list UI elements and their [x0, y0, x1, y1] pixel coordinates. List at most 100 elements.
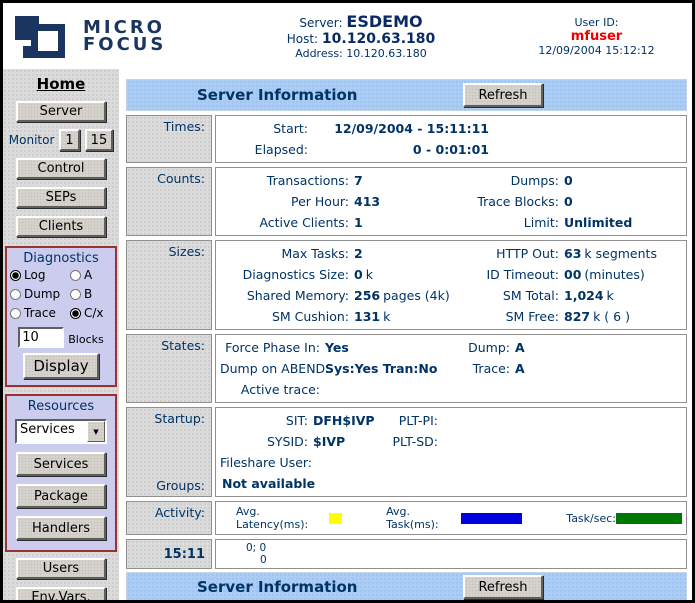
- display-button[interactable]: Display: [23, 353, 99, 379]
- resources-group: Resources Services ▼ Services Package Ha…: [5, 394, 117, 552]
- field-label: [383, 452, 438, 473]
- start-label: Start:: [220, 118, 308, 139]
- blocks-input[interactable]: [18, 327, 64, 348]
- monitor-1-button[interactable]: 1: [59, 129, 79, 151]
- field-value: 131: [354, 309, 380, 324]
- field-suffix: k: [607, 288, 614, 303]
- micro-focus-logo: MICRO FOCUS: [13, 12, 213, 60]
- field-value: [308, 452, 383, 473]
- elapsed-value: 0 - 0:01:01: [308, 139, 489, 160]
- home-link[interactable]: Home: [37, 75, 86, 93]
- resources-dropdown[interactable]: Services ▼: [15, 419, 107, 444]
- control-button[interactable]: Control: [16, 158, 106, 179]
- field-suffix: k segments: [584, 246, 657, 261]
- field-label: Trace:: [445, 358, 510, 379]
- field-label: Max Tasks:: [220, 243, 349, 264]
- states-content: Force Phase In: Yes Dump: A Dump on ABEN…: [215, 334, 687, 403]
- radio-cx-input[interactable]: [70, 308, 81, 319]
- radio-b-input[interactable]: [70, 289, 81, 300]
- field-label: SIT:: [220, 410, 308, 431]
- host-value: 10.120.63.180: [322, 31, 435, 47]
- page-header: MICRO FOCUS Server: ESDEMO Host: 10.120.…: [3, 3, 692, 69]
- radio-trace[interactable]: Trace: [10, 306, 70, 320]
- monitor-15-button[interactable]: 15: [85, 129, 114, 151]
- clients-button[interactable]: Clients: [16, 216, 106, 237]
- seps-button[interactable]: SEPs: [16, 187, 106, 208]
- field-value: 0: [559, 191, 682, 212]
- counts-row: Transactions: 7 Dumps: 0: [220, 170, 682, 191]
- envvars-button[interactable]: Env.Vars.: [16, 587, 106, 600]
- monitor-label: Monitor: [9, 133, 55, 147]
- counts-row: Active Clients: 1 Limit: Unlimited: [220, 212, 682, 233]
- users-button[interactable]: Users: [16, 558, 106, 579]
- dropdown-arrow-icon[interactable]: ▼: [87, 421, 105, 442]
- startup-row: SYSID: $IVP PLT-SD:: [220, 431, 682, 452]
- logo-square-small: [23, 46, 35, 58]
- diagnostics-title: Diagnostics: [23, 251, 98, 266]
- radio-log-input[interactable]: [10, 270, 21, 281]
- server-name: ESDEMO: [346, 12, 422, 31]
- field-value: 827: [564, 309, 590, 324]
- counts-row: Per Hour: 413 Trace Blocks: 0: [220, 191, 682, 212]
- address-label: Address:: [295, 47, 343, 60]
- field-suffix: (minutes): [584, 267, 644, 282]
- field-value: 0: [354, 267, 363, 282]
- counts-label: Counts:: [126, 167, 212, 236]
- radio-b[interactable]: B: [70, 287, 112, 301]
- field-label: Fileshare User:: [220, 452, 308, 473]
- field-label: PLT-PI:: [383, 410, 438, 431]
- legend-item: Avg. Task(ms):: [386, 505, 522, 531]
- server-information-header: Server Information Refresh: [126, 79, 687, 111]
- radio-dump-input[interactable]: [10, 289, 21, 300]
- sizes-row: Shared Memory: 256pages (4k) SM Total: 1…: [220, 285, 682, 306]
- sizes-row: Diagnostics Size: 0k ID Timeout: 00(minu…: [220, 264, 682, 285]
- field-label: Transactions:: [220, 170, 349, 191]
- startup-label: Startup:: [154, 411, 205, 426]
- refresh-button-top[interactable]: Refresh: [463, 83, 543, 107]
- times-row: Elapsed: 0 - 0:01:01: [220, 139, 682, 160]
- field-label: Active trace:: [220, 379, 320, 400]
- field-label: PLT-SD:: [383, 431, 438, 452]
- field-label: SM Total:: [464, 285, 559, 306]
- field-value: 256: [354, 288, 380, 303]
- radio-dump[interactable]: Dump: [10, 287, 70, 301]
- field-value: 2: [354, 246, 363, 261]
- server-button[interactable]: Server: [16, 101, 106, 122]
- times-section: Times: Start: 12/09/2004 - 15:11:11 Elap…: [126, 115, 687, 163]
- sizes-content: Max Tasks: 2 HTTP Out: 63k segments Diag…: [215, 240, 687, 330]
- times-label: Times:: [126, 115, 212, 163]
- activity-legend: Avg. Latency(ms): Avg. Task(ms): Task/se…: [215, 501, 687, 535]
- handlers-button[interactable]: Handlers: [16, 516, 106, 540]
- field-label: [445, 379, 510, 400]
- radio-log[interactable]: Log: [10, 268, 70, 282]
- field-value: 63: [564, 246, 581, 261]
- field-value: [438, 410, 682, 431]
- sizes-row: SM Cushion: 131k SM Free: 827k ( 6 ): [220, 306, 682, 327]
- refresh-button-bottom[interactable]: Refresh: [463, 575, 543, 599]
- radio-cx[interactable]: C/x: [70, 306, 112, 320]
- package-button[interactable]: Package: [16, 484, 106, 508]
- sizes-row: Max Tasks: 2 HTTP Out: 63k segments: [220, 243, 682, 264]
- services-button[interactable]: Services: [16, 452, 106, 476]
- field-label: Per Hour:: [220, 191, 349, 212]
- field-label: Shared Memory:: [220, 285, 349, 306]
- radio-a-input[interactable]: [70, 270, 81, 281]
- field-value: 00: [564, 267, 581, 282]
- blocks-row: Blocks: [18, 327, 103, 348]
- logo-word-2: FOCUS: [83, 36, 166, 53]
- field-label: Trace Blocks:: [464, 191, 559, 212]
- times-content: Start: 12/09/2004 - 15:11:11 Elapsed: 0 …: [215, 115, 687, 163]
- field-label: Limit:: [464, 212, 559, 233]
- logo-text: MICRO FOCUS: [83, 19, 166, 53]
- radio-a[interactable]: A: [70, 268, 112, 282]
- groups-label: Groups:: [156, 478, 205, 493]
- latency-swatch-icon: [329, 513, 342, 524]
- diagnostics-radio-grid: Log A Dump B Trace C: [10, 268, 112, 320]
- startup-row: SIT: DFH$IVP PLT-PI:: [220, 410, 682, 431]
- resources-dropdown-value: Services: [17, 421, 87, 442]
- field-value: Unlimited: [559, 212, 682, 233]
- radio-b-label: B: [84, 287, 92, 301]
- radio-trace-input[interactable]: [10, 308, 21, 319]
- startup-groups-label: Startup: Groups:: [126, 407, 212, 497]
- groups-value: Not available: [220, 473, 682, 494]
